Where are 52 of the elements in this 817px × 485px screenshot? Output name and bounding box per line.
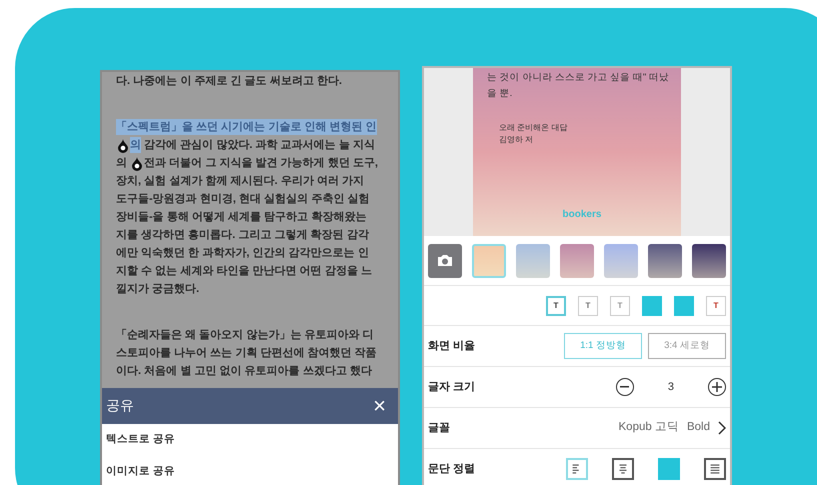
background-swatch[interactable] [560,244,594,278]
book-text: 「순례자들은 왜 돌아오지 않는가」는 유토피아와 디 [116,328,374,343]
book-text: 지할 수 없는 세계와 타인을 만난다면 어떤 감정을 느 [116,264,372,279]
text-style-option[interactable]: T [546,296,566,316]
align-justify-icon [708,463,722,475]
book-text: 다. 나중에는 이 주제로 긴 글도 써보려고 한다. [116,74,342,89]
book-text: 장비들-을 통해 어떻게 세계를 탐구하고 확장해왔는 [116,210,366,225]
increase-button[interactable] [708,378,726,396]
book-text: 감각에 관심이 많았다. 과학 교과서에는 늘 지식 [143,138,375,153]
background-swatch[interactable] [648,244,682,278]
book-text: 지를 생각하면 흥미롭다. 그리고 그렇게 확장된 감각 [116,228,369,243]
close-button[interactable]: × [365,394,394,417]
share-option[interactable]: 텍스트로 공유 [102,424,398,456]
setting-label: 글자 크기 [428,380,476,395]
decrease-button[interactable] [616,378,634,396]
book-text: 의 [130,136,141,154]
background-swatch[interactable] [604,244,638,278]
plus-icon [712,382,722,392]
align-option[interactable] [704,458,726,480]
book-author: 김영하 저 [499,134,534,146]
background-swatch[interactable] [472,244,506,278]
camera-icon [436,253,454,268]
text-style-option[interactable]: T [706,296,726,316]
brand-logo: bookers [562,208,602,222]
setting-label: 문단 정렬 [428,462,476,477]
camera-button[interactable] [428,244,462,278]
selection-handle-icon[interactable] [131,156,144,170]
book-text: 전과 더불어 그 지식을 발견 가능하게 했던 도구, [144,156,378,171]
chevron-right-icon [718,421,726,435]
book-text: 낄지가 궁금했다. [116,282,200,297]
align-option[interactable] [612,458,634,480]
book-text: 도구들-망원경과 현미경, 현대 실험실의 주축인 실험 [116,192,370,207]
book-text: 에만 익숙했던 한 과학자가, 인간의 감각만으로는 인 [116,246,369,261]
font-selector[interactable]: Kopub 고딕 Bold [618,419,726,437]
selection-handle-icon[interactable] [117,138,129,152]
share-sheet-title: 공유 [106,396,134,416]
quote-text: 는 것이 아니라 스스로 가고 싶을 때" 떠났 [487,71,670,85]
background-swatch[interactable] [692,244,726,278]
setting-label: 글꼴 [428,420,450,436]
share-option[interactable]: 이미지로 공유 [102,456,398,485]
text-style-option[interactable]: T [578,296,598,316]
background-swatch[interactable] [516,244,550,278]
book-text: 「스펙트럼」을 쓰던 시기에는 기술로 인해 변형된 인 [116,118,377,136]
minus-icon [620,386,630,388]
book-text: 스토피아를 나누어 쓰는 기획 단편선에 참여했던 작품 [116,346,377,361]
book-title: 오래 준비해온 대답 [499,122,568,134]
book-text: 의 [116,156,128,171]
font-size-value: 3 [668,380,674,395]
book-text: 이다. 처음에 별 고민 없이 유토피아를 쓰겠다고 했다 [116,364,372,379]
quote-text: 을 뿐. [487,87,514,101]
setting-label: 화면 비율 [428,338,476,354]
book-text: 장치, 실험 설계가 함께 제시된다. 우리가 여러 가지 [116,174,364,189]
